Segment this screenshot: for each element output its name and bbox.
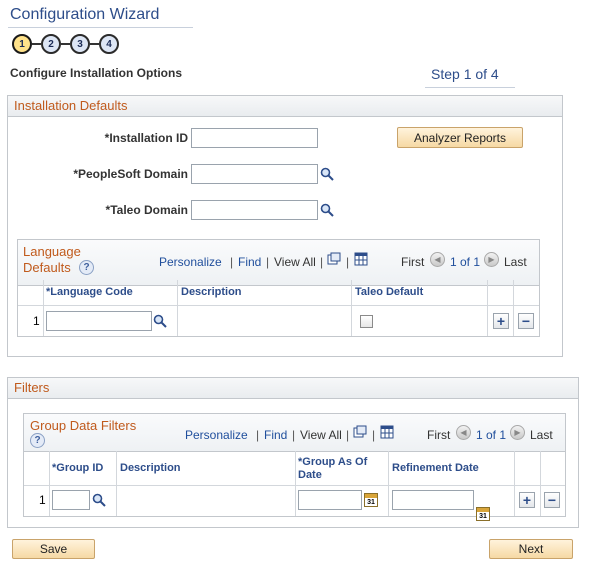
separator: | xyxy=(292,428,296,442)
separator: | xyxy=(256,428,260,442)
separator: | xyxy=(346,255,350,269)
language-pager-first: First xyxy=(401,255,425,269)
step-indicator: Step 1 of 4 xyxy=(431,66,499,82)
page-title: Configuration Wizard xyxy=(10,6,160,23)
language-pager-count: 1 of 1 xyxy=(450,255,481,269)
step-1-button[interactable]: 1 xyxy=(12,34,32,54)
grid-divider xyxy=(43,280,44,336)
step-2-button[interactable]: 2 xyxy=(41,34,61,54)
prev-page-icon[interactable]: ◀ xyxy=(430,252,445,267)
peoplesoft-domain-label: *PeopleSoft Domain xyxy=(73,167,188,181)
help-icon[interactable]: ? xyxy=(30,433,45,448)
grid-divider xyxy=(351,280,352,336)
calendar-icon[interactable]: 31 xyxy=(364,493,378,507)
grid-divider xyxy=(540,451,541,516)
col-taleo-default[interactable]: Taleo Default xyxy=(355,286,423,298)
separator: | xyxy=(230,255,234,269)
step-indicator-divider xyxy=(425,87,515,88)
col-description[interactable]: Description xyxy=(181,286,242,298)
grid-download-icon[interactable] xyxy=(354,252,368,266)
col-group-id[interactable]: *Group ID xyxy=(52,462,103,474)
refinement-date-input[interactable] xyxy=(392,490,474,510)
grid-divider xyxy=(513,280,514,336)
language-grid-title-line1: Language xyxy=(23,244,81,259)
grid-divider xyxy=(177,280,178,336)
language-view-all-link[interactable]: View All xyxy=(274,255,316,269)
grid-divider xyxy=(388,451,389,516)
grid-divider xyxy=(49,451,50,516)
installation-id-label: *Installation ID xyxy=(104,131,188,145)
group-view-all-link[interactable]: View All xyxy=(300,428,342,442)
group-find-link[interactable]: Find xyxy=(264,428,287,442)
step-4-button[interactable]: 4 xyxy=(99,34,119,54)
step-train: 1 2 3 4 xyxy=(12,33,119,55)
taleo-domain-lookup-icon[interactable] xyxy=(320,203,334,217)
next-page-icon[interactable]: ▶ xyxy=(510,425,525,440)
col-group-as-of-date[interactable]: *Group As Of Date xyxy=(298,456,386,482)
add-row-button[interactable]: + xyxy=(493,313,509,329)
group-grid-title: Group Data Filters xyxy=(30,418,137,433)
new-window-icon[interactable] xyxy=(353,425,367,439)
title-divider xyxy=(8,27,193,28)
delete-row-button[interactable]: − xyxy=(544,492,560,508)
calendar-icon[interactable]: 31 xyxy=(476,507,490,521)
help-icon[interactable]: ? xyxy=(79,260,94,275)
step-connector xyxy=(61,43,70,45)
separator: | xyxy=(320,255,324,269)
group-personalize-link[interactable]: Personalize xyxy=(185,428,248,442)
group-pager-last: Last xyxy=(530,428,553,442)
row-number: 1 xyxy=(39,493,46,507)
next-page-icon[interactable]: ▶ xyxy=(484,252,499,267)
new-window-icon[interactable] xyxy=(327,252,341,266)
save-button[interactable]: Save xyxy=(12,539,95,559)
group-id-lookup-icon[interactable] xyxy=(92,493,106,507)
taleo-domain-label: *Taleo Domain xyxy=(105,203,188,217)
step-3-button[interactable]: 3 xyxy=(70,34,90,54)
installation-id-input[interactable] xyxy=(191,128,318,148)
step-connector xyxy=(32,43,41,45)
add-row-button[interactable]: + xyxy=(519,492,535,508)
row-number: 1 xyxy=(33,314,40,328)
language-code-input[interactable] xyxy=(46,311,152,331)
language-code-lookup-icon[interactable] xyxy=(153,314,167,328)
language-find-link[interactable]: Find xyxy=(238,255,261,269)
analyzer-reports-button[interactable]: Analyzer Reports xyxy=(397,127,523,148)
filters-header: Filters xyxy=(8,378,578,399)
group-pager-first: First xyxy=(427,428,451,442)
grid-divider xyxy=(295,451,296,516)
section-subtitle: Configure Installation Options xyxy=(10,66,182,80)
col-language-code[interactable]: *Language Code xyxy=(46,286,133,298)
group-pager-count: 1 of 1 xyxy=(476,428,507,442)
grid-divider xyxy=(24,485,565,486)
taleo-default-checkbox[interactable] xyxy=(360,315,373,328)
separator: | xyxy=(372,428,376,442)
grid-divider xyxy=(487,280,488,336)
grid-divider xyxy=(116,451,117,516)
step-connector xyxy=(90,43,99,45)
installation-defaults-header: Installation Defaults xyxy=(8,96,562,117)
peoplesoft-domain-input[interactable] xyxy=(191,164,318,184)
peoplesoft-domain-lookup-icon[interactable] xyxy=(320,167,334,181)
col-refinement-date[interactable]: Refinement Date xyxy=(392,462,479,474)
prev-page-icon[interactable]: ◀ xyxy=(456,425,471,440)
language-grid-title-line2: Defaults xyxy=(23,260,71,275)
grid-divider xyxy=(18,305,539,306)
taleo-domain-input[interactable] xyxy=(191,200,318,220)
separator: | xyxy=(266,255,270,269)
language-personalize-link[interactable]: Personalize xyxy=(159,255,222,269)
grid-divider xyxy=(514,451,515,516)
group-id-input[interactable] xyxy=(52,490,90,510)
separator: | xyxy=(346,428,350,442)
col-group-description[interactable]: Description xyxy=(120,462,181,474)
delete-row-button[interactable]: − xyxy=(518,313,534,329)
next-button[interactable]: Next xyxy=(489,539,573,559)
group-as-of-date-input[interactable] xyxy=(298,490,362,510)
grid-download-icon[interactable] xyxy=(380,425,394,439)
language-pager-last: Last xyxy=(504,255,527,269)
